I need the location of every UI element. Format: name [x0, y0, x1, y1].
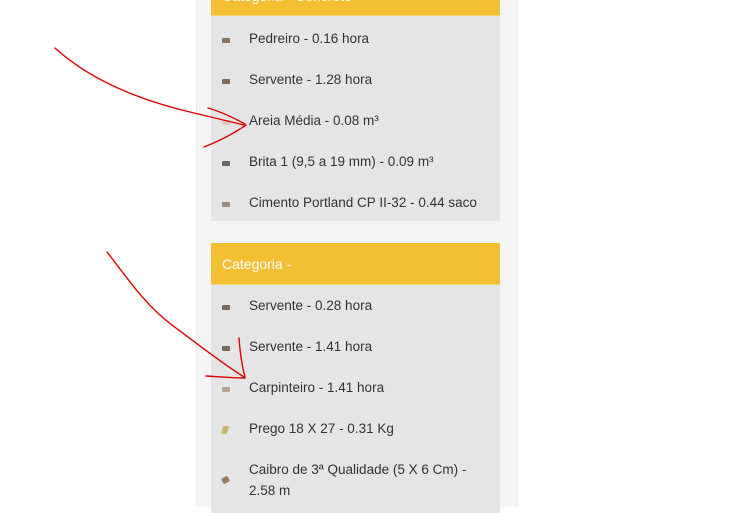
material-thumb-icon — [222, 79, 230, 84]
item-label: Caibro de 3ª Qualidade (5 X 6 Cm) - 2.58… — [249, 462, 467, 498]
item-label: Pedreiro - 0.16 hora — [249, 31, 370, 46]
material-thumb-icon — [222, 161, 230, 166]
material-thumb-icon — [222, 38, 230, 43]
category-header: Categoria - Concreto — [211, 0, 500, 16]
list-item[interactable]: Servente - 1.28 hora — [211, 69, 500, 93]
list-item[interactable]: Carpinteiro - 1.41 hora — [211, 377, 500, 401]
material-thumb-icon — [222, 120, 230, 125]
list-item[interactable]: Brita 1 (9,5 a 19 mm) - 0.09 m³ — [211, 151, 500, 175]
category-card-concreto: Categoria - Concreto Pedreiro - 0.16 hor… — [211, 0, 500, 221]
category-card: Categoria - Servente - 0.28 hora Servent… — [211, 243, 500, 513]
item-label: Cimento Portland CP II-32 - 0.44 saco — [249, 195, 477, 210]
list-item[interactable]: Areia Média - 0.08 m³ — [211, 110, 500, 134]
item-label: Prego 18 X 27 - 0.31 Kg — [249, 421, 394, 436]
category-header: Categoria - — [211, 243, 500, 285]
list-item[interactable]: Servente - 1.41 hora — [211, 336, 500, 360]
item-label: Servente - 1.28 hora — [249, 72, 373, 87]
material-thumb-icon — [222, 387, 230, 392]
item-label: Carpinteiro - 1.41 hora — [249, 380, 385, 395]
list-item[interactable]: Prego 18 X 27 - 0.31 Kg — [211, 418, 500, 442]
material-thumb-icon — [222, 305, 230, 310]
material-thumb-icon — [220, 426, 230, 434]
list-item[interactable]: Caibro de 3ª Qualidade (5 X 6 Cm) - 2.58… — [211, 459, 500, 503]
item-label: Servente - 1.41 hora — [249, 339, 373, 354]
list-item[interactable]: Pedreiro - 0.16 hora — [211, 28, 500, 52]
material-thumb-icon — [222, 346, 230, 351]
list-item[interactable]: Servente - 0.28 hora — [211, 295, 500, 319]
material-thumb-icon — [222, 202, 230, 207]
item-label: Areia Média - 0.08 m³ — [249, 113, 379, 128]
item-label: Servente - 0.28 hora — [249, 298, 373, 313]
item-label: Brita 1 (9,5 a 19 mm) - 0.09 m³ — [249, 154, 434, 169]
material-thumb-icon — [220, 475, 231, 485]
list-item[interactable]: Cimento Portland CP II-32 - 0.44 saco — [211, 192, 500, 216]
